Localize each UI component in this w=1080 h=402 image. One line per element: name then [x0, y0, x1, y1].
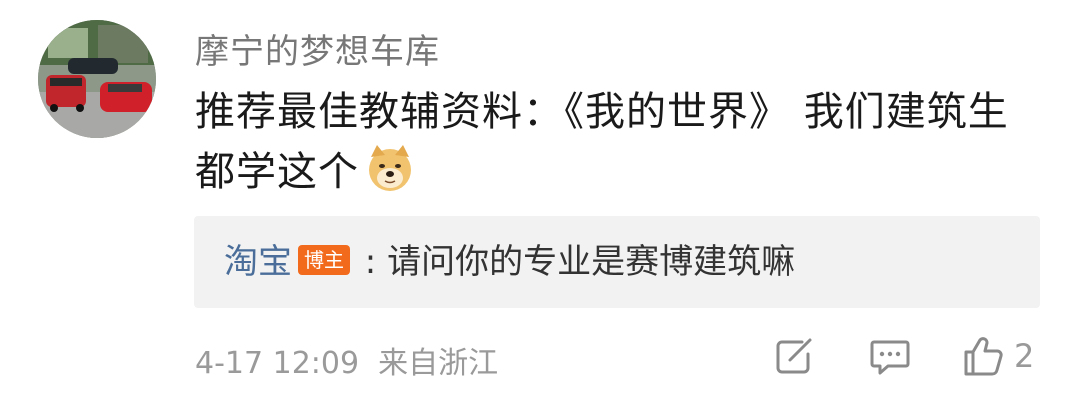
share-edit-icon: [776, 338, 812, 374]
comment-icon: [870, 340, 910, 375]
like-count: 2: [1014, 337, 1035, 375]
comment-button[interactable]: [868, 334, 912, 378]
reply-separator: :: [354, 242, 388, 282]
reply-preview[interactable]: 淘宝 博主 : 请问你的专业是赛博建筑嘛: [194, 216, 1040, 308]
share-button[interactable]: [772, 334, 816, 378]
reply-text: 请问你的专业是赛博建筑嘛: [387, 242, 796, 282]
avatar-image: [38, 20, 156, 138]
like-button[interactable]: 2: [960, 334, 1034, 378]
reply-line: 淘宝 博主 : 请问你的专业是赛博建筑嘛: [224, 238, 795, 286]
comment-meta: 4-17 12:09 来自浙江: [195, 338, 498, 382]
avatar[interactable]: [38, 20, 156, 138]
author-badge: 博主: [298, 245, 350, 275]
comment-text: 推荐最佳教辅资料：《我的世界》 我们建筑生都学这个: [195, 89, 1009, 195]
reply-author[interactable]: 淘宝: [224, 242, 292, 282]
thumbs-up-icon: [964, 337, 1003, 376]
doge-emoji-icon: [365, 143, 415, 193]
comment-author[interactable]: 摩宁的梦想车库: [195, 24, 440, 73]
comment-time: 4-17 12:09: [195, 346, 360, 381]
comment-location: 来自浙江: [378, 346, 499, 381]
comment-body: 推荐最佳教辅资料：《我的世界》 我们建筑生都学这个: [195, 82, 1045, 202]
